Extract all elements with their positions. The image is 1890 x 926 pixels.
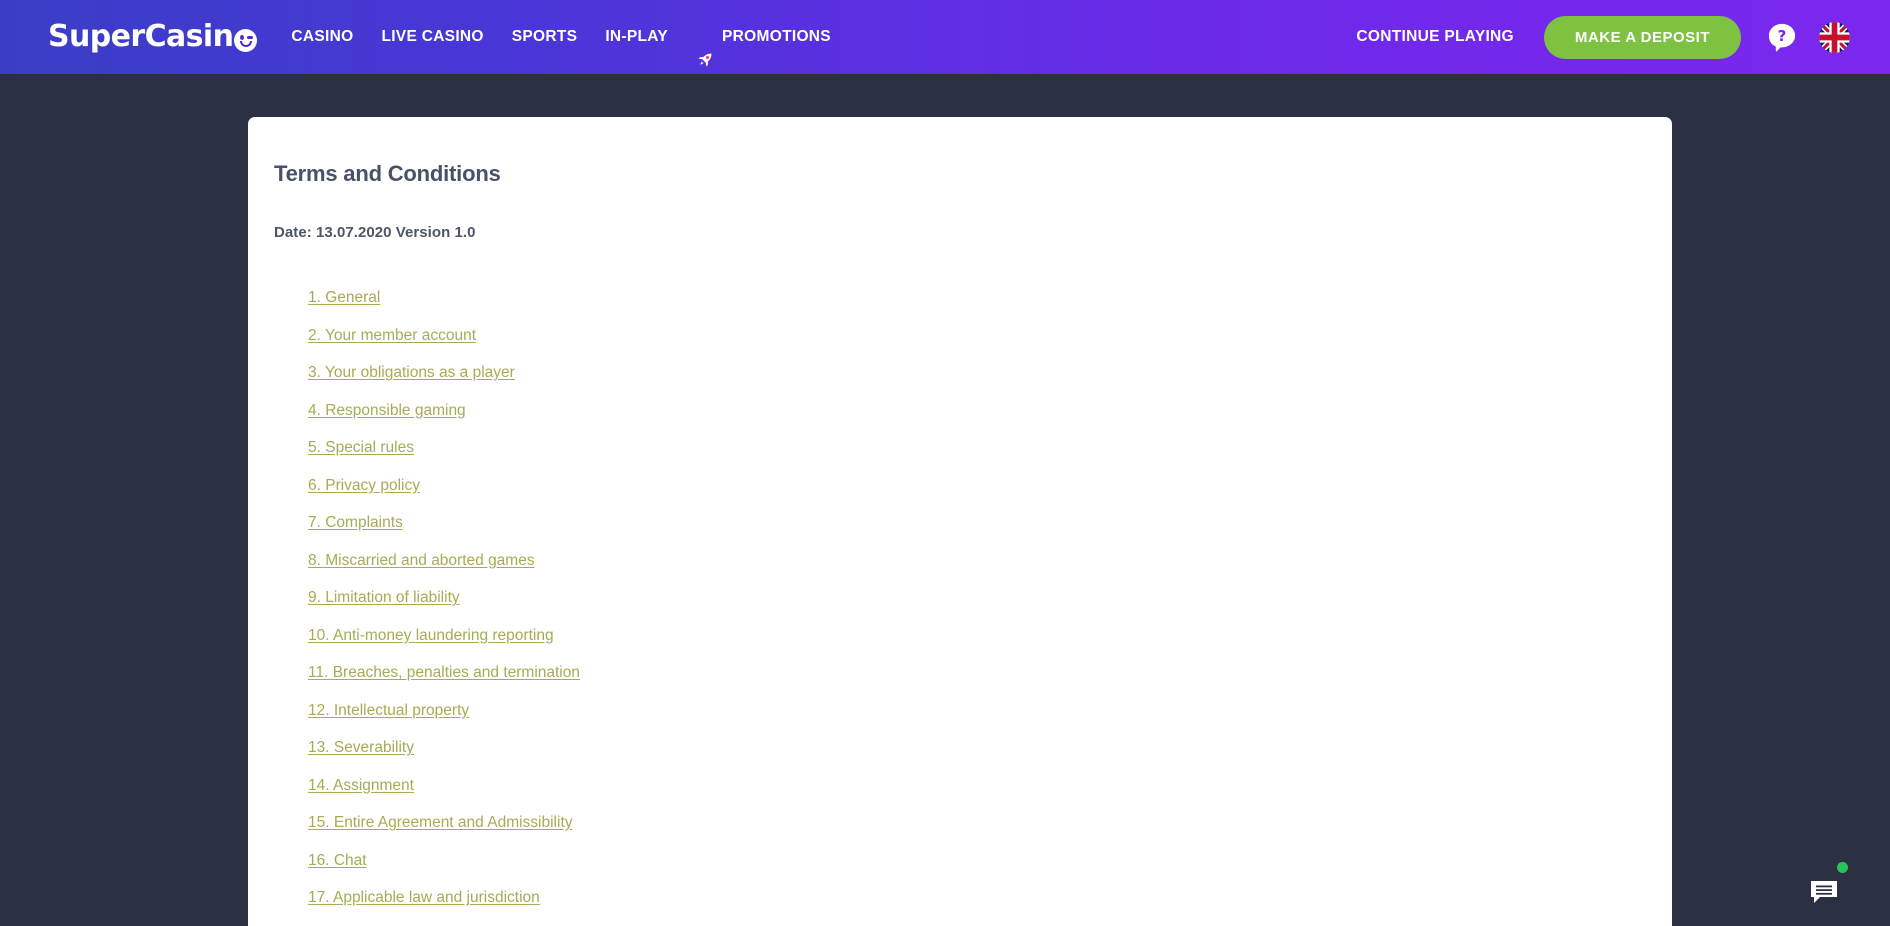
list-item: 14. Assignment (308, 777, 1672, 795)
toc-link-8[interactable]: 8. Miscarried and aborted games (308, 552, 535, 569)
list-item: 12. Intellectual property (308, 702, 1672, 720)
chat-widget[interactable] (1810, 862, 1848, 904)
list-item: 3. Your obligations as a player (308, 364, 1672, 382)
toc-link-3[interactable]: 3. Your obligations as a player (308, 364, 515, 381)
question-mark-speech-bubble-icon[interactable]: ? (1767, 22, 1797, 52)
main-navigation: CASINO LIVE CASINO SPORTS IN-PLAY PROMOT… (277, 0, 845, 74)
toc-link-1[interactable]: 1. General (308, 289, 380, 306)
site-logo[interactable]: SuperCasin (48, 0, 258, 74)
list-item: 10. Anti-money laundering reporting (308, 627, 1672, 645)
nav-item-promotions[interactable]: PROMOTIONS (682, 0, 845, 74)
toc-link-17[interactable]: 17. Applicable law and jurisdiction (308, 889, 540, 906)
list-item: 6. Privacy policy (308, 477, 1672, 495)
list-item: 9. Limitation of liability (308, 589, 1672, 607)
list-item: 5. Special rules (308, 439, 1672, 457)
nav-item-casino[interactable]: CASINO (277, 0, 367, 74)
svg-text:?: ? (1778, 27, 1787, 45)
list-item: 11. Breaches, penalties and termination (308, 664, 1672, 682)
nav-item-label: IN-PLAY (605, 28, 669, 45)
smiley-face-icon (234, 28, 258, 52)
nav-item-label: CASINO (291, 28, 354, 45)
nav-item-live-casino[interactable]: LIVE CASINO (367, 0, 497, 74)
nav-item-label: SPORTS (511, 28, 578, 45)
rocket-icon (696, 28, 715, 66)
toc-link-15[interactable]: 15. Entire Agreement and Admissibility (308, 814, 573, 831)
uk-flag-icon[interactable] (1819, 21, 1850, 53)
list-item: 17. Applicable law and jurisdiction (308, 889, 1672, 907)
page-title: Terms and Conditions (274, 161, 501, 186)
toc-link-5[interactable]: 5. Special rules (308, 439, 414, 456)
nav-item-in-play[interactable]: IN-PLAY (591, 0, 682, 74)
document-version-line: Date: 13.07.2020 Version 1.0 (274, 224, 476, 241)
chat-bubble-icon (1810, 880, 1838, 904)
toc-link-10[interactable]: 10. Anti-money laundering reporting (308, 627, 554, 644)
list-item: 13. Severability (308, 739, 1672, 757)
list-item: 2. Your member account (308, 327, 1672, 345)
toc-link-12[interactable]: 12. Intellectual property (308, 702, 469, 719)
list-item: 8. Miscarried and aborted games (308, 552, 1672, 570)
list-item: 7. Complaints (308, 514, 1672, 532)
nav-item-label: LIVE CASINO (381, 28, 484, 45)
toc-link-6[interactable]: 6. Privacy policy (308, 477, 420, 494)
list-item: 15. Entire Agreement and Admissibility (308, 814, 1672, 832)
toc-link-2[interactable]: 2. Your member account (308, 327, 476, 344)
list-item: 1. General (308, 289, 1672, 307)
terms-and-conditions-card: Terms and Conditions Date: 13.07.2020 Ve… (248, 117, 1672, 926)
list-item: 4. Responsible gaming (308, 402, 1672, 420)
logo-text: SuperCasin (48, 19, 234, 54)
toc-link-11[interactable]: 11. Breaches, penalties and termination (308, 664, 580, 681)
site-header: SuperCasin CASINO LIVE CASINO SPORTS IN-… (0, 0, 1890, 74)
nav-item-sports[interactable]: SPORTS (498, 0, 592, 74)
toc-link-14[interactable]: 14. Assignment (308, 777, 414, 794)
online-status-dot (1837, 862, 1848, 873)
toc-link-9[interactable]: 9. Limitation of liability (308, 589, 460, 606)
toc-link-16[interactable]: 16. Chat (308, 852, 367, 869)
make-a-deposit-button[interactable]: MAKE A DEPOSIT (1543, 15, 1741, 59)
table-of-contents: 1. General 2. Your member account 3. You… (248, 289, 1672, 907)
nav-item-label: PROMOTIONS (722, 28, 831, 45)
header-actions: CONTINUE PLAYING MAKE A DEPOSIT ? (1342, 15, 1850, 59)
list-item: 16. Chat (308, 852, 1672, 870)
toc-link-13[interactable]: 13. Severability (308, 739, 414, 756)
toc-link-7[interactable]: 7. Complaints (308, 514, 403, 531)
page-body: Terms and Conditions Date: 13.07.2020 Ve… (0, 74, 1890, 926)
toc-link-4[interactable]: 4. Responsible gaming (308, 402, 466, 419)
continue-playing-link[interactable]: CONTINUE PLAYING (1342, 28, 1528, 46)
